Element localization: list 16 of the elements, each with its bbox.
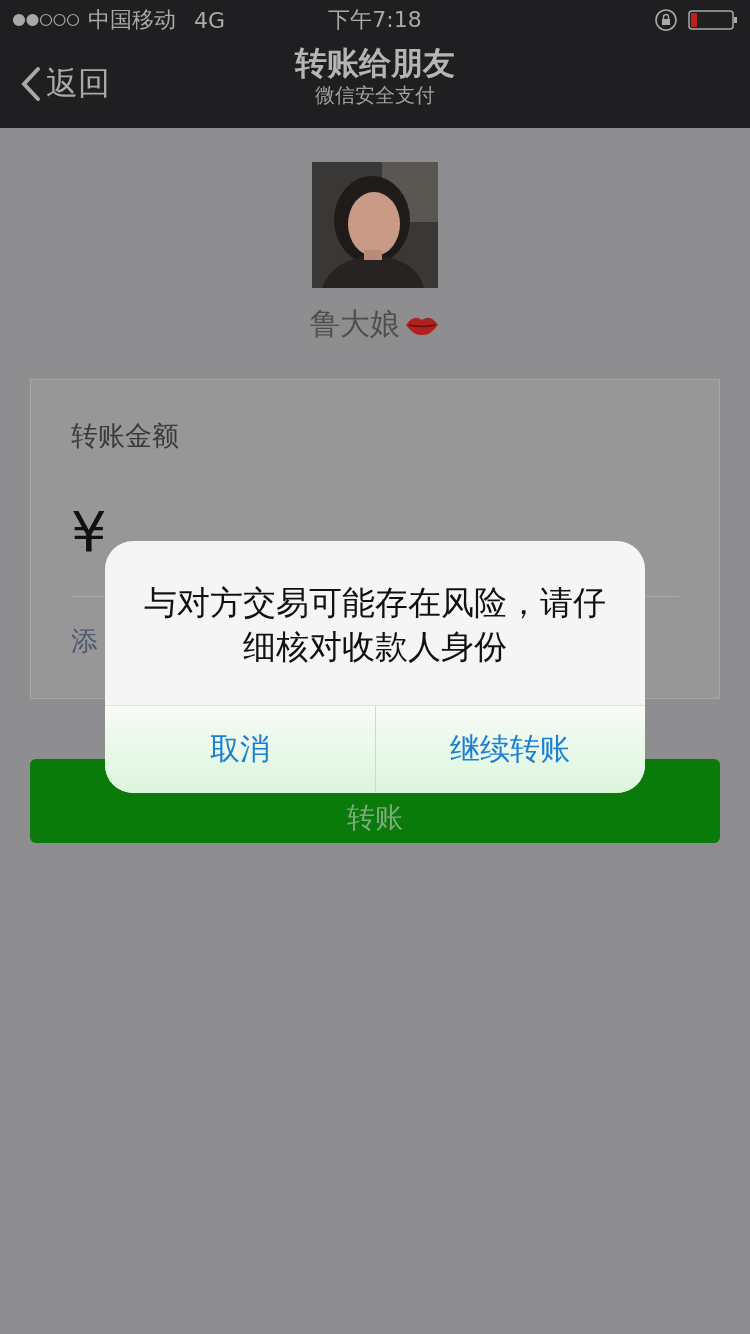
payee-name: 鲁大娘 bbox=[310, 305, 400, 343]
clock-time: 下午7:18 bbox=[328, 6, 422, 34]
rotation-lock-icon bbox=[654, 8, 678, 32]
amount-label: 转账金额 bbox=[71, 419, 180, 453]
currency-sign: ¥ bbox=[71, 504, 107, 560]
page-title: 转账给朋友 bbox=[295, 44, 455, 83]
chevron-left-icon bbox=[20, 66, 42, 102]
signal-strength-icon bbox=[12, 13, 80, 27]
carrier-name: 中国移动 bbox=[88, 6, 176, 34]
page-subtitle: 微信安全支付 bbox=[315, 82, 435, 109]
battery-icon bbox=[688, 9, 738, 31]
add-note-link[interactable]: 添 bbox=[71, 623, 98, 659]
alert-message: 与对方交易可能存在风险，请仔细核对收款人身份 bbox=[143, 582, 607, 668]
continue-button[interactable]: 继续转账 bbox=[374, 706, 645, 793]
back-button[interactable]: 返回 bbox=[20, 62, 110, 106]
network-type: 4G bbox=[194, 7, 226, 33]
